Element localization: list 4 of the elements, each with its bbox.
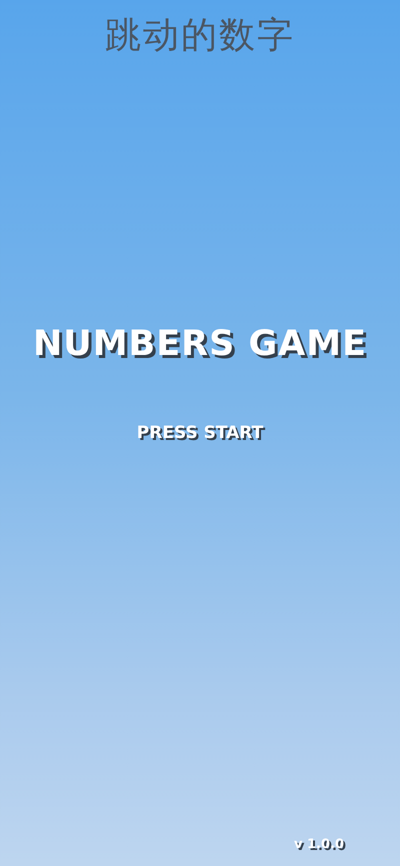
start-button[interactable]: PRESS START: [132, 418, 268, 448]
page-title: 跳动的数字: [105, 14, 295, 58]
game-title: NUMBERS GAME: [32, 325, 368, 364]
version-text: v 1.0.0: [294, 836, 344, 854]
